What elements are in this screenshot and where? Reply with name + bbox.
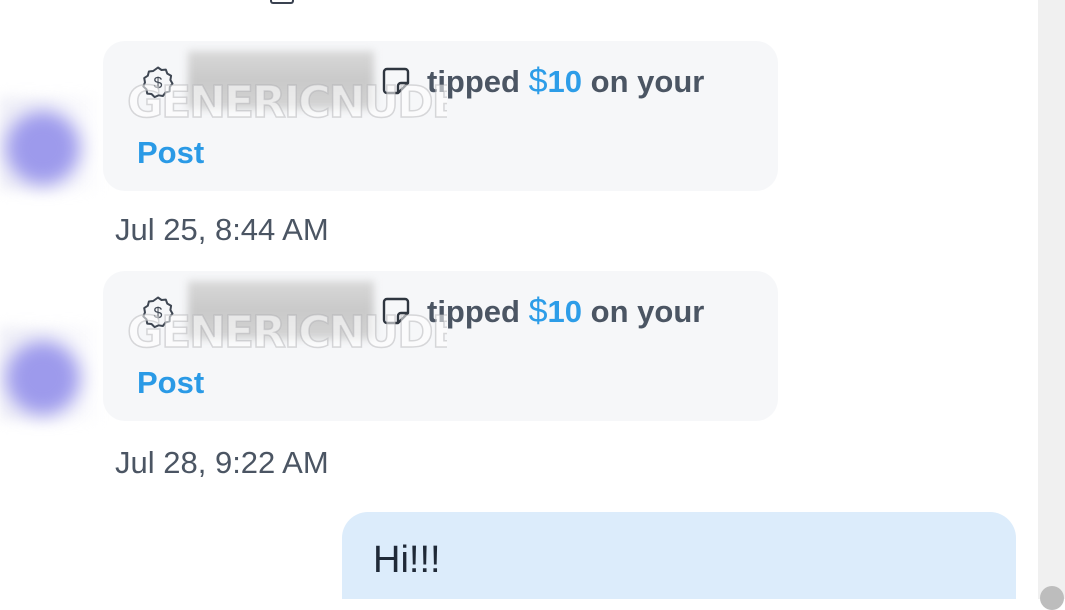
- tip-verb: tipped: [427, 294, 520, 329]
- tip-verb: tipped: [427, 64, 520, 99]
- notification-bubble: $ tipped $10 on your Post GENERICNUDES: [103, 41, 778, 191]
- outgoing-message-bubble[interactable]: Hi!!!: [342, 512, 1016, 599]
- post-note-icon: [382, 297, 410, 325]
- avatar[interactable]: [6, 111, 80, 185]
- tip-amount: 10: [547, 294, 583, 329]
- tip-suffix: on your: [590, 64, 705, 99]
- scrollbar-track[interactable]: [1038, 0, 1065, 599]
- svg-text:$: $: [154, 305, 163, 322]
- tip-summary: tipped $10 on your: [427, 289, 704, 334]
- tip-suffix: on your: [590, 294, 705, 329]
- blurred-username: [188, 281, 374, 339]
- post-note-icon: [270, 0, 294, 4]
- avatar[interactable]: [6, 341, 80, 415]
- dollar-badge-icon: $: [142, 66, 174, 99]
- tip-amount: 10: [547, 64, 583, 99]
- tip-notification: $ tipped $10 on your Post GENERICNUDES: [0, 41, 800, 191]
- currency-symbol: $: [528, 62, 548, 100]
- post-link[interactable]: Post: [137, 131, 204, 175]
- post-link[interactable]: Post: [137, 361, 204, 405]
- message-timestamp: Jul 25, 8:44 AM: [115, 212, 329, 247]
- message-timestamp: Jul 28, 9:22 AM: [115, 445, 329, 480]
- scrollbar-thumb[interactable]: [1040, 586, 1064, 610]
- svg-text:$: $: [154, 75, 163, 92]
- outgoing-message-text: Hi!!!: [373, 539, 441, 581]
- post-note-icon: [382, 67, 410, 95]
- tip-summary: tipped $10 on your: [427, 59, 704, 104]
- dollar-badge-icon: $: [142, 296, 174, 329]
- blurred-username: [188, 51, 374, 109]
- tip-notification: $ tipped $10 on your Post GENERICNUDES: [0, 271, 800, 421]
- chat-thread[interactable]: $ tipped $10 on your Post GENERICNUDES J…: [0, 0, 1038, 599]
- previous-message-fragment: [266, 0, 416, 6]
- currency-symbol: $: [528, 292, 548, 330]
- notification-bubble: $ tipped $10 on your Post GENERICNUDES: [103, 271, 778, 421]
